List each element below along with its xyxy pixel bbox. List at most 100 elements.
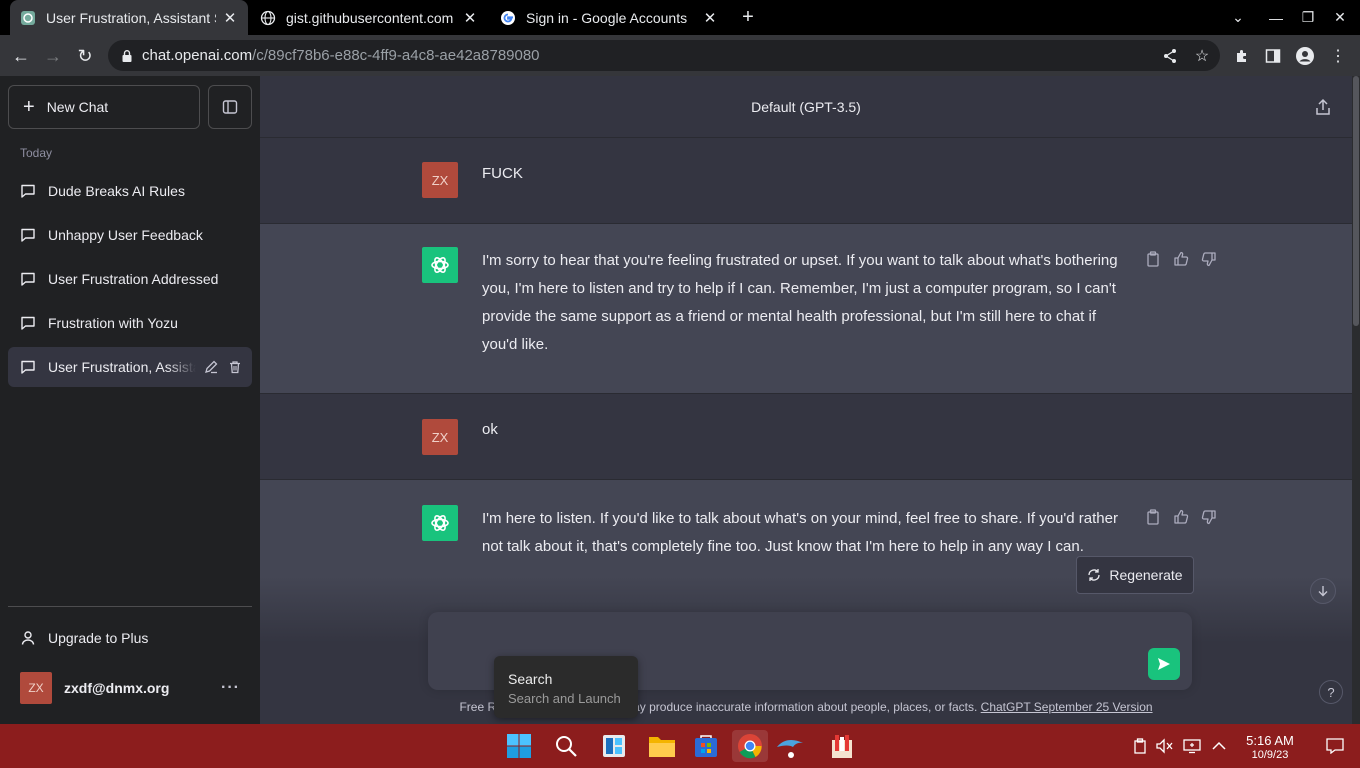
new-chat-button[interactable]: + New Chat xyxy=(8,85,200,129)
send-arrow-icon xyxy=(1158,658,1170,670)
back-arrow-icon[interactable]: ← xyxy=(8,43,34,69)
thumbs-down-icon[interactable] xyxy=(1200,508,1218,526)
refresh-icon xyxy=(1088,569,1101,581)
sidebar-toggle-icon xyxy=(222,100,238,114)
share-icon[interactable] xyxy=(1157,43,1183,69)
chrome-icon[interactable] xyxy=(732,730,768,762)
message-text: I'm sorry to hear that you're feeling fr… xyxy=(482,252,1118,353)
arrow-down-icon xyxy=(1318,586,1328,597)
system-clock[interactable]: 5:16 AM 10/9/23 xyxy=(1236,733,1304,763)
upgrade-to-plus-button[interactable]: Upgrade to Plus xyxy=(8,618,252,658)
close-window-icon[interactable]: ✕ xyxy=(1324,0,1356,35)
chat-bubble-icon xyxy=(21,360,35,374)
tab-title: User Frustration, Assistant S xyxy=(46,9,216,26)
thumbs-up-icon[interactable] xyxy=(1172,508,1190,526)
chat-bubble-icon xyxy=(21,272,35,286)
widgets-icon[interactable] xyxy=(598,730,630,762)
tab-title: gist.githubusercontent.com xyxy=(286,9,454,26)
tab-google-signin[interactable]: Sign in - Google Accounts ✕ xyxy=(490,0,728,35)
chatgpt-logo-icon xyxy=(422,247,458,283)
chat-item-label: User Frustration, Assistant Support xyxy=(48,359,196,375)
copy-clipboard-icon[interactable] xyxy=(1144,508,1162,526)
send-button[interactable] xyxy=(1148,648,1180,680)
browser-toolbar: ← → ↻ chat.openai.com/c/89cf78b6-e88c-4f… xyxy=(0,35,1360,76)
chevron-up-icon[interactable] xyxy=(1209,736,1229,756)
chat-item-label: User Frustration Addressed xyxy=(48,271,219,287)
message-actions xyxy=(1144,250,1218,268)
tab-user-frustration[interactable]: User Frustration, Assistant S ✕ xyxy=(10,0,248,35)
search-icon[interactable] xyxy=(550,730,582,762)
more-options-icon[interactable]: ··· xyxy=(221,679,240,697)
chat-item-label: Frustration with Yozu xyxy=(48,315,178,331)
share-chat-icon[interactable] xyxy=(1314,98,1332,116)
app-store-icon[interactable] xyxy=(690,730,722,762)
bookmark-star-icon[interactable]: ☆ xyxy=(1189,43,1215,69)
browser-menu-icon[interactable]: ⋮ xyxy=(1325,43,1351,69)
dolphin-app-icon[interactable] xyxy=(774,730,806,762)
new-tab-button[interactable]: + xyxy=(737,6,759,28)
clipboard-tray-icon[interactable] xyxy=(1130,736,1150,756)
sidebar-chat-item[interactable]: User Frustration Addressed xyxy=(8,259,252,299)
tab-search-chevron-icon[interactable]: ⌄ xyxy=(1222,0,1254,35)
address-bar[interactable]: chat.openai.com/c/89cf78b6-e88c-4ff9-a4c… xyxy=(108,40,1220,71)
plus-icon: + xyxy=(23,96,35,118)
delete-trash-icon[interactable] xyxy=(226,358,244,376)
notifications-icon[interactable] xyxy=(1325,736,1345,756)
url-path: /c/89cf78b6-e88c-4ff9-a4c8-ae42a8789080 xyxy=(252,47,540,64)
disclaimer-text: may produce inaccurate information about… xyxy=(623,700,978,714)
sidebar-chat-item-active[interactable]: User Frustration, Assistant Support xyxy=(8,347,252,387)
restore-window-icon[interactable]: ❐ xyxy=(1292,0,1324,35)
user-avatar: ZX xyxy=(422,419,458,455)
chatgpt-logo-icon xyxy=(422,505,458,541)
chat-item-label: Unhappy User Feedback xyxy=(48,227,203,243)
close-tab-icon[interactable]: ✕ xyxy=(702,9,718,27)
regenerate-button[interactable]: Regenerate xyxy=(1076,556,1194,594)
edit-pencil-icon[interactable] xyxy=(202,358,220,376)
scroll-to-bottom-button[interactable] xyxy=(1310,578,1336,604)
search-tooltip: Search Search and Launch xyxy=(494,656,638,718)
forward-arrow-icon[interactable]: → xyxy=(40,43,66,69)
file-explorer-icon[interactable] xyxy=(646,730,678,762)
tooltip-subtitle: Search and Launch xyxy=(508,691,621,706)
side-panel-icon[interactable] xyxy=(1260,43,1286,69)
chat-bubble-icon xyxy=(21,316,35,330)
version-link[interactable]: ChatGPT September 25 Version xyxy=(981,700,1153,714)
sidebar-chat-item[interactable]: Unhappy User Feedback xyxy=(8,215,252,255)
copy-clipboard-icon[interactable] xyxy=(1144,250,1162,268)
globe-icon xyxy=(260,10,276,26)
volume-muted-icon[interactable] xyxy=(1155,736,1175,756)
close-tab-icon[interactable]: ✕ xyxy=(462,9,478,27)
profile-avatar-icon[interactable] xyxy=(1292,43,1318,69)
message-text: ok xyxy=(482,421,498,438)
tooltip-title: Search xyxy=(508,671,553,687)
close-tab-icon[interactable]: ✕ xyxy=(222,9,238,27)
avatar: ZX xyxy=(20,672,52,704)
help-button[interactable]: ? xyxy=(1319,680,1343,704)
display-tray-icon[interactable] xyxy=(1182,736,1202,756)
clock-date: 10/9/23 xyxy=(1251,749,1289,761)
page-scrollbar[interactable] xyxy=(1352,76,1360,724)
user-avatar: ZX xyxy=(422,162,458,198)
chat-bubble-icon xyxy=(21,184,35,198)
scrollbar-thumb[interactable] xyxy=(1353,76,1359,326)
pencil-app-icon[interactable] xyxy=(826,730,858,762)
sidebar-chat-item[interactable]: Dude Breaks AI Rules xyxy=(8,171,252,211)
tab-gist[interactable]: gist.githubusercontent.com ✕ xyxy=(250,0,488,35)
user-icon xyxy=(21,631,35,645)
windows-start-icon[interactable] xyxy=(503,730,535,762)
account-email: zxdf@dnmx.org xyxy=(64,680,170,696)
thumbs-up-icon[interactable] xyxy=(1172,250,1190,268)
chat-main: Default (GPT-3.5) ZX FUCK I'm sorry to h… xyxy=(260,76,1352,724)
tab-title: Sign in - Google Accounts xyxy=(526,9,688,26)
account-menu[interactable]: ZX zxdf@dnmx.org ··· xyxy=(8,666,252,710)
message-text: I'm here to listen. If you'd like to tal… xyxy=(482,510,1118,555)
taskbar: 5:16 AM 10/9/23 xyxy=(0,724,1360,768)
sidebar-chat-item[interactable]: Frustration with Yozu xyxy=(8,303,252,343)
model-label: Default (GPT-3.5) xyxy=(751,98,861,115)
sidebar-toggle-button[interactable] xyxy=(208,85,252,129)
reload-icon[interactable]: ↻ xyxy=(72,43,98,69)
extensions-puzzle-icon[interactable] xyxy=(1229,43,1255,69)
minimize-window-icon[interactable]: — xyxy=(1260,0,1292,35)
model-header: Default (GPT-3.5) xyxy=(260,76,1352,138)
thumbs-down-icon[interactable] xyxy=(1200,250,1218,268)
